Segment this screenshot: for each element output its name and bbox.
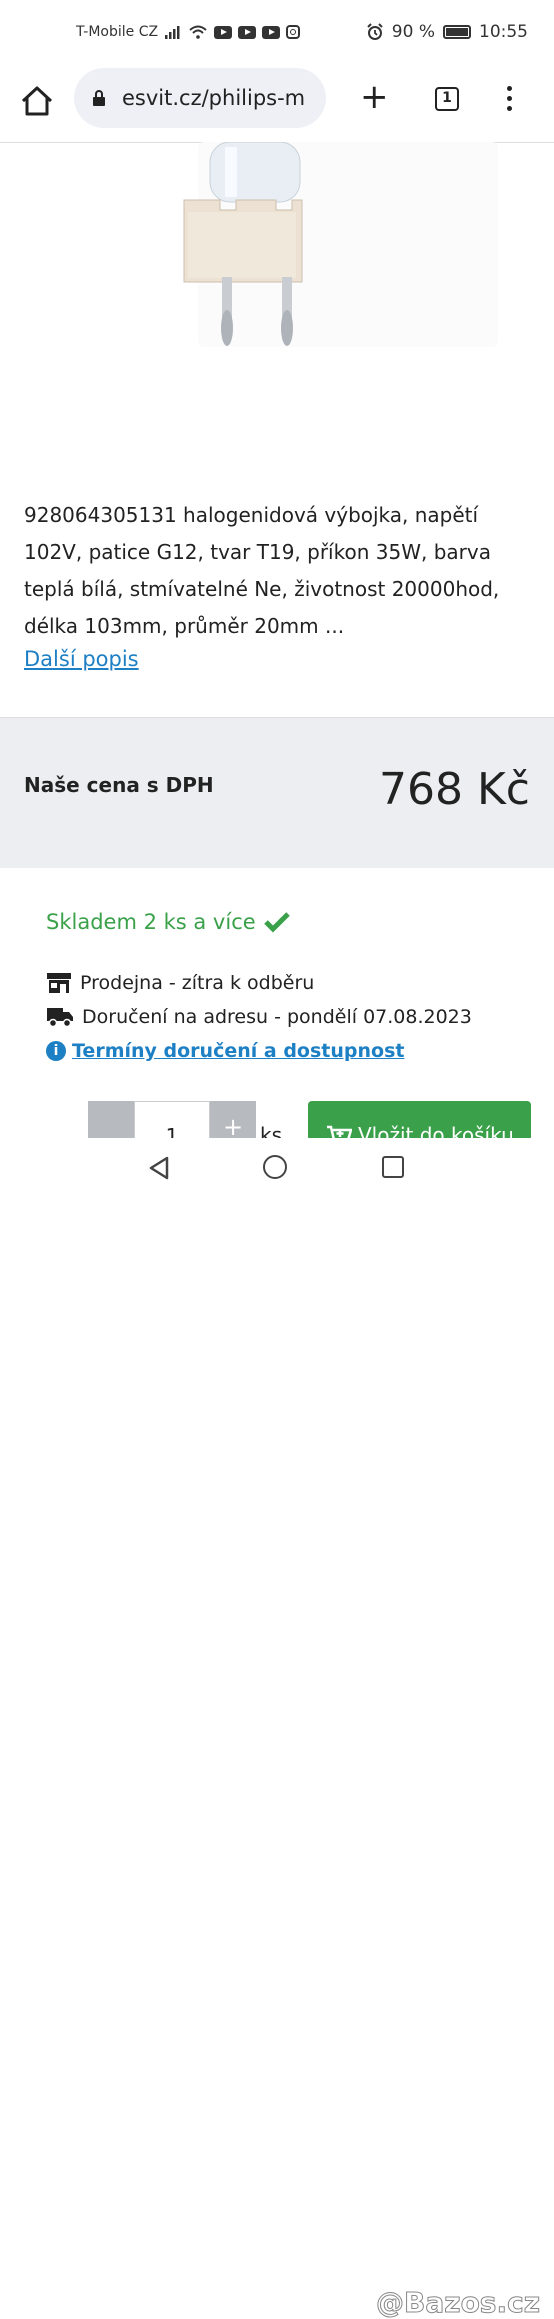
battery-percent: 90 %: [391, 22, 435, 42]
url-text: esvit.cz/philips-m: [122, 86, 306, 110]
battery-icon: [443, 25, 471, 39]
truck-icon: [47, 1008, 73, 1028]
terms-label: Termíny doručení a dostupnost: [72, 1040, 405, 1062]
more-menu-icon[interactable]: [507, 86, 513, 116]
signal-icon: [165, 26, 180, 39]
stock-text: Skladem 2 ks a více: [46, 910, 256, 934]
store-icon: [47, 973, 71, 993]
system-nav-bar: @Bazos.cz: [0, 1138, 554, 2319]
clock: 10:55: [479, 22, 528, 42]
delivery-terms-link[interactable]: i Termíny doručení a dostupnost: [46, 1040, 404, 1062]
watermark: @Bazos.cz: [376, 2286, 541, 2319]
price-value: 768 Kč: [378, 764, 530, 815]
add-to-cart-button[interactable]: Vložit do košíku: [308, 1101, 531, 1141]
price-label: Naše cena s DPH: [24, 773, 214, 797]
check-icon: [263, 912, 290, 933]
wifi-icon: [189, 25, 207, 39]
product-image: [183, 142, 498, 347]
instagram-icon: [286, 25, 301, 39]
quantity-minus-button[interactable]: [88, 1101, 134, 1141]
quantity-plus-button[interactable]: +: [210, 1101, 256, 1141]
quantity-input[interactable]: 1: [134, 1101, 210, 1141]
browser-toolbar: esvit.cz/philips-m + 1: [0, 68, 554, 143]
tab-switcher-button[interactable]: 1: [435, 87, 459, 111]
home-nav-icon[interactable]: [263, 1155, 287, 1179]
address-bar[interactable]: esvit.cz/philips-m: [74, 68, 326, 128]
status-right: 90 % 10:55: [366, 22, 528, 42]
delivery-text: Doručení na adresu - pondělí 07.08.2023: [82, 1006, 472, 1028]
youtube-icon: [238, 25, 257, 39]
carrier-label: T-Mobile CZ: [76, 24, 159, 40]
quantity-unit: ks: [260, 1123, 283, 1147]
info-icon: i: [46, 1041, 66, 1061]
new-tab-button[interactable]: +: [360, 80, 389, 114]
delivery-row: Doručení na adresu - pondělí 07.08.2023: [46, 1006, 472, 1028]
youtube-icon: [214, 25, 233, 39]
back-icon[interactable]: [147, 1156, 171, 1180]
quantity-stepper: 1 + ks: [88, 1101, 283, 1147]
price-box: Naše cena s DPH 768 Kč: [0, 717, 554, 868]
youtube-icon: [262, 25, 281, 39]
lock-icon: [93, 90, 105, 106]
alarm-icon: [367, 23, 383, 40]
status-left: T-Mobile CZ: [76, 24, 301, 40]
store-pickup-text: Prodejna - zítra k odběru: [80, 972, 315, 994]
home-icon[interactable]: [18, 82, 56, 120]
stock-status: Skladem 2 ks a více: [46, 910, 290, 934]
product-description: 928064305131 halogenidová výbojka, napět…: [24, 503, 500, 638]
more-description-link[interactable]: Další popis: [24, 647, 139, 671]
status-bar: T-Mobile CZ 90 % 10:55: [0, 0, 554, 68]
store-pickup-row: Prodejna - zítra k odběru: [46, 972, 314, 994]
recent-apps-icon[interactable]: [382, 1156, 404, 1178]
